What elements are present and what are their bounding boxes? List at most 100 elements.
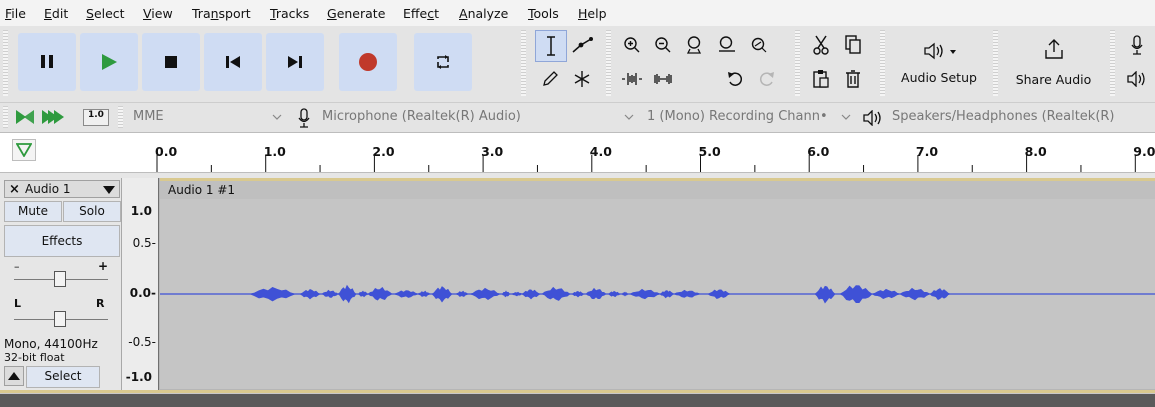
vertical-amplitude-scale[interactable]: 1.0 0.5- 0.0- -0.5- -1.0 — [122, 178, 159, 390]
menu-bar: File Edit Select View Transport Tracks Generat… — [0, 0, 1155, 26]
audio-host-select[interactable]: MME — [133, 109, 263, 124]
playback-device-select[interactable]: Speakers/Headphones (Realtek(R) — [892, 109, 1152, 124]
mute-button[interactable]: Mute — [4, 201, 62, 222]
gain-slider-thumb[interactable] — [54, 271, 66, 287]
playback-speed-value: 1.0 — [88, 110, 104, 120]
audio-setup-button[interactable]: Audio Setup — [893, 32, 985, 94]
copy-icon — [845, 35, 861, 54]
record-button[interactable] — [339, 33, 397, 91]
microphone-icon — [1131, 35, 1143, 55]
pause-icon — [41, 55, 45, 68]
toolbar-grip[interactable] — [118, 106, 123, 128]
share-audio-button[interactable]: Share Audio — [1006, 32, 1101, 94]
device-toolbar: 1.0 MME Microphone (Realtek(R) Audio) 1 … — [0, 102, 1155, 132]
close-track-icon[interactable]: × — [9, 182, 20, 197]
toolbar-grip[interactable] — [880, 30, 885, 96]
loop-button[interactable] — [414, 33, 472, 91]
trim-audio-button[interactable] — [617, 64, 647, 94]
toolbar-grip[interactable] — [3, 30, 8, 96]
zoom-in-icon — [624, 37, 640, 53]
triangle-up-icon — [8, 372, 20, 380]
chevron-down-icon[interactable] — [272, 112, 282, 122]
menu-item[interactable]: Tools — [528, 7, 559, 21]
multi-tool-button[interactable] — [567, 64, 597, 94]
share-audio-label: Share Audio — [1015, 72, 1092, 87]
envelope-tool-button[interactable] — [567, 30, 597, 60]
menu-item[interactable]: Analyze — [459, 7, 508, 21]
play-at-speed-button[interactable] — [14, 108, 68, 126]
playback-speed-slider[interactable]: 1.0 — [83, 109, 109, 126]
clip-name: Audio 1 #1 — [168, 183, 236, 197]
record-meter-button[interactable] — [1122, 30, 1152, 60]
paste-button[interactable] — [806, 64, 836, 94]
cut-button[interactable] — [806, 30, 836, 60]
chevron-down-icon[interactable] — [624, 112, 634, 122]
menu-item[interactable]: File — [5, 7, 26, 21]
zoom-selection-icon — [686, 36, 702, 54]
menu-item[interactable]: Edit — [44, 7, 68, 21]
solo-button[interactable]: Solo — [63, 201, 121, 222]
undo-button[interactable] — [720, 64, 750, 94]
zoom-fit-icon — [719, 36, 735, 52]
pause-icon-bar — [49, 55, 53, 68]
play-button[interactable] — [80, 33, 138, 91]
menu-item[interactable]: Help — [578, 7, 607, 21]
draw-tool-button[interactable] — [535, 64, 565, 94]
menu-item[interactable]: Tracks — [270, 7, 309, 21]
fit-project-button[interactable] — [712, 30, 742, 60]
microphone-icon — [298, 108, 310, 128]
skip-to-start-icon — [226, 56, 240, 68]
pause-button[interactable] — [18, 33, 76, 91]
redo-button[interactable] — [752, 64, 782, 94]
menu-item[interactable]: Select — [86, 7, 125, 21]
trim-icon — [622, 73, 642, 85]
clip-header[interactable]: Audio 1 #1 — [160, 181, 1155, 199]
track-bitdepth-label: 32-bit float — [4, 351, 65, 364]
ruler-tick-label: 6.0 — [807, 144, 830, 159]
copy-button[interactable] — [838, 30, 868, 60]
skip-to-end-button[interactable] — [266, 33, 324, 91]
speaker-icon — [924, 42, 956, 60]
toolbar-grip[interactable] — [3, 106, 8, 128]
zoom-out-icon — [655, 37, 671, 53]
menu-item[interactable]: View — [143, 7, 173, 21]
effects-button[interactable]: Effects — [4, 225, 120, 257]
menu-item[interactable]: Effect — [403, 7, 439, 21]
zoom-toggle-button[interactable] — [744, 30, 774, 60]
ruler-tick-label: 2.0 — [372, 144, 395, 159]
chevron-down-icon[interactable] — [841, 112, 851, 122]
zoom-in-button[interactable] — [617, 30, 647, 60]
toolbar-grip[interactable] — [993, 30, 998, 96]
stop-button[interactable] — [142, 33, 200, 91]
toolbar-grip[interactable] — [521, 30, 526, 96]
scale-label-top: 1.0 — [130, 204, 152, 218]
trash-icon — [846, 70, 860, 88]
menu-item[interactable]: Transport — [192, 7, 251, 21]
zoom-out-button[interactable] — [648, 30, 678, 60]
toolbar-grip[interactable] — [606, 30, 611, 96]
recording-channels-select[interactable]: 1 (Mono) Recording Chann• — [647, 109, 833, 124]
zoom-toggle-icon — [751, 37, 767, 53]
triangle-down-icon[interactable] — [103, 186, 115, 194]
fit-selection-button[interactable] — [680, 30, 710, 60]
toolbar-grip[interactable] — [795, 30, 800, 96]
timeline-ruler[interactable]: 0.0 1.0 2.0 3.0 4.0 5.0 6.0 7.0 8.0 9.0 — [0, 132, 1155, 173]
collapse-track-button[interactable] — [4, 366, 24, 386]
menu-item[interactable]: Generate — [327, 7, 385, 21]
speaker-icon — [1127, 71, 1145, 87]
selection-tool-button[interactable] — [535, 30, 567, 62]
waveform[interactable] — [160, 199, 1155, 389]
select-track-button[interactable]: Select — [26, 366, 100, 388]
playback-meter-button[interactable] — [1122, 64, 1152, 94]
paste-icon — [813, 70, 829, 88]
skip-to-start-button[interactable] — [204, 33, 262, 91]
track-name-menu[interactable]: Audio 1 — [25, 182, 71, 196]
ruler-tick-label: 5.0 — [698, 144, 721, 159]
recording-device-select[interactable]: Microphone (Realtek(R) Audio) — [322, 109, 612, 124]
pan-slider-thumb[interactable] — [54, 311, 66, 327]
stop-icon — [165, 56, 177, 68]
toolbar-grip[interactable] — [1110, 30, 1115, 96]
silence-audio-button[interactable] — [648, 64, 678, 94]
delete-button[interactable] — [838, 64, 868, 94]
scale-label-bottom: -1.0 — [125, 370, 152, 384]
